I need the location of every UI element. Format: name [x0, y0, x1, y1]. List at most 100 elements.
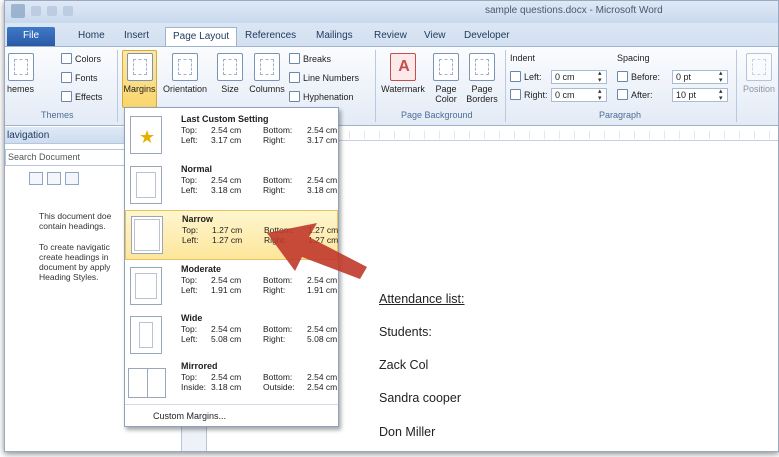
title-bar: sample questions.docx - Microsoft Word: [5, 1, 778, 23]
colors-button[interactable]: Colors: [61, 53, 101, 64]
window-title: sample questions.docx - Microsoft Word: [485, 5, 663, 16]
tab-references[interactable]: References: [238, 27, 303, 46]
effects-button[interactable]: Effects: [61, 91, 102, 102]
document-line[interactable]: Don Miller: [379, 425, 435, 439]
page-color-button[interactable]: Page Color: [431, 53, 461, 104]
spacing-before-input[interactable]: 0 pt: [672, 70, 728, 84]
page-thumbnail-icon: ★: [130, 116, 162, 154]
watermark-button[interactable]: Watermark: [379, 53, 427, 94]
redo-icon[interactable]: [63, 6, 73, 16]
navigation-pane-title: lavigation: [5, 127, 135, 144]
document-line[interactable]: Zack Col: [379, 358, 428, 372]
group-label-themes: Themes: [41, 110, 74, 120]
results-view-icon[interactable]: [65, 172, 79, 185]
tab-insert[interactable]: Insert: [117, 27, 156, 46]
group-divider: [736, 50, 737, 122]
quick-access-toolbar: [11, 4, 73, 18]
group-label-page-background: Page Background: [401, 110, 473, 120]
tab-file[interactable]: File: [7, 27, 55, 46]
tab-view[interactable]: View: [417, 27, 453, 46]
indent-left-input[interactable]: 0 cm: [551, 70, 607, 84]
indent-right-icon: [510, 89, 521, 100]
fonts-icon: [61, 72, 72, 83]
tab-home[interactable]: Home: [71, 27, 112, 46]
tab-mailings[interactable]: Mailings: [309, 27, 360, 46]
page-thumbnail-icon: [130, 267, 162, 305]
spacing-after-input[interactable]: 10 pt: [672, 88, 728, 102]
themes-icon: [7, 53, 34, 81]
navigation-message-instructions: To create navigatic create headings in d…: [39, 242, 111, 282]
indent-left-icon: [510, 71, 521, 82]
effects-icon: [61, 91, 72, 102]
group-divider: [375, 50, 376, 122]
ruler-ticks: [335, 131, 778, 139]
breaks-icon: [289, 53, 300, 64]
fonts-button[interactable]: Fonts: [61, 72, 98, 83]
page-thumbnail-icon: [130, 316, 162, 354]
word-logo-icon: [11, 4, 25, 18]
search-document-input[interactable]: Search Document: [5, 149, 132, 166]
orientation-icon: [172, 53, 198, 81]
save-icon[interactable]: [31, 6, 41, 16]
group-divider: [505, 50, 506, 122]
line-numbers-icon: [289, 72, 300, 83]
margins-button[interactable]: Margins: [122, 53, 157, 94]
position-button[interactable]: Position: [740, 53, 778, 94]
position-icon: [746, 53, 772, 81]
indent-right-input[interactable]: 0 cm: [551, 88, 607, 102]
margins-option-wide[interactable]: Wide Top: 2.54 cm Bottom: 2.54 cm Left: 5.08…: [125, 310, 338, 360]
tab-page-layout[interactable]: Page Layout: [165, 27, 238, 46]
ribbon-tabs: File Home Insert Page Layout References …: [5, 23, 778, 46]
page-borders-button[interactable]: Page Borders: [465, 53, 499, 104]
page-thumbnail-icon: [131, 216, 163, 254]
document-line[interactable]: Attendance list:: [379, 292, 464, 306]
size-icon: [217, 53, 243, 81]
navigation-pane: lavigation Search Document: [5, 127, 135, 451]
page-thumbnail-icon: [130, 166, 162, 204]
ribbon: hemes Colors Fonts Effects Themes Margin…: [5, 46, 778, 126]
undo-icon[interactable]: [47, 6, 57, 16]
navigation-message-no-headings: This document doe contain headings.: [39, 211, 112, 231]
spacing-heading: Spacing: [617, 53, 650, 63]
navigation-view-tabs: [29, 172, 135, 185]
page-thumbnail-icon: [128, 368, 166, 398]
themes-button[interactable]: hemes: [7, 53, 34, 94]
spacing-after-icon: [617, 89, 628, 100]
tab-review[interactable]: Review: [367, 27, 414, 46]
spacing-after-label: After:: [617, 89, 653, 100]
size-button[interactable]: Size: [216, 53, 244, 94]
group-label-paragraph: Paragraph: [599, 110, 642, 120]
group-divider: [117, 50, 118, 122]
margins-icon: [126, 53, 153, 81]
margins-option-narrow[interactable]: Narrow Top: 1.27 cm Bottom: 1.27 cm Left: 1.…: [125, 210, 338, 260]
margins-option-mirrored[interactable]: Mirrored Top: 2.54 cm Bottom: 2.54 cm Insid…: [125, 358, 338, 408]
margins-option-last-custom[interactable]: ★ Last Custom Setting Top: 2.54 cm Bottom:…: [125, 110, 338, 160]
document-page[interactable]: [263, 141, 778, 451]
hyphenation-icon: [289, 91, 300, 102]
indent-right-label: Right:: [510, 89, 548, 100]
document-line[interactable]: Students:: [379, 325, 432, 339]
line-numbers-button[interactable]: Line Numbers: [289, 72, 359, 83]
horizontal-ruler[interactable]: [335, 129, 778, 141]
page-borders-icon: [469, 53, 495, 81]
headings-view-icon[interactable]: [29, 172, 43, 185]
margins-option-normal[interactable]: Normal Top: 2.54 cm Bottom: 2.54 cm Left: 3.…: [125, 160, 338, 210]
indent-heading: Indent: [510, 53, 536, 63]
margins-dropdown-menu: ★ Last Custom Setting Top: 2.54 cm Bottom:…: [124, 107, 339, 427]
star-icon: ★: [139, 127, 156, 147]
margins-option-moderate[interactable]: Moderate Top: 2.54 cm Bottom: 2.54 cm Left:…: [125, 261, 338, 311]
pages-view-icon[interactable]: [47, 172, 61, 185]
hyphenation-button[interactable]: Hyphenation: [289, 91, 354, 102]
indent-left-label: Left:: [510, 71, 542, 82]
tab-developer[interactable]: Developer: [457, 27, 517, 46]
page-color-icon: [433, 53, 459, 81]
custom-margins-item[interactable]: Custom Margins...: [125, 404, 338, 426]
word-window: sample questions.docx - Microsoft Word F…: [4, 0, 779, 452]
columns-button[interactable]: Columns: [248, 53, 286, 94]
document-line[interactable]: Sandra cooper: [379, 391, 461, 405]
breaks-button[interactable]: Breaks: [289, 53, 331, 64]
orientation-button[interactable]: Orientation: [160, 53, 210, 94]
spacing-before-label: Before:: [617, 71, 660, 82]
spacing-before-icon: [617, 71, 628, 82]
colors-icon: [61, 53, 72, 64]
